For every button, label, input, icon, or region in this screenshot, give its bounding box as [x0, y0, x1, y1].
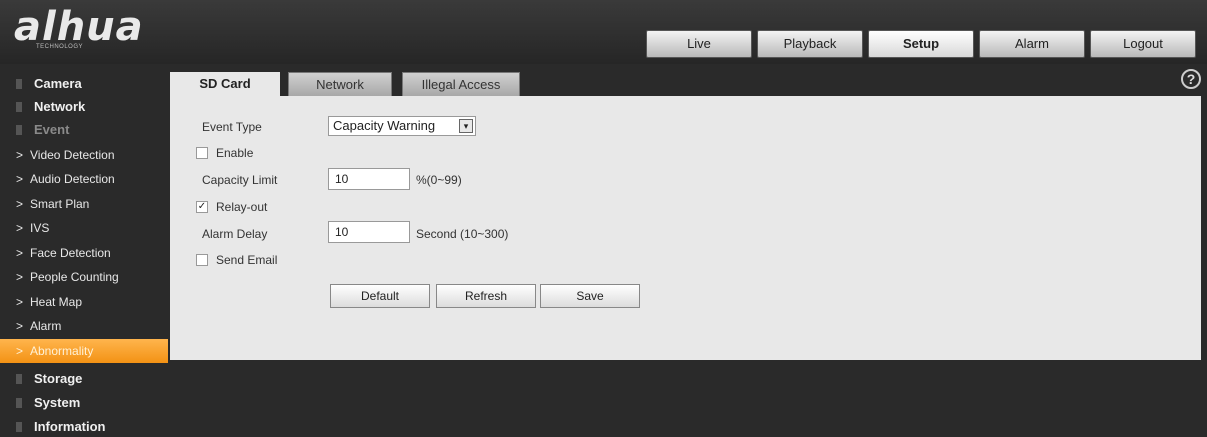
top-header: alhua TECHNOLOGY Live Playback Setup Ala… — [0, 0, 1207, 64]
tab-illegal-access[interactable]: Illegal Access — [402, 72, 520, 96]
sidebar-item-label: System — [34, 395, 81, 410]
tab-network[interactable]: Network — [288, 72, 392, 96]
sidebar-marker-icon — [16, 422, 22, 432]
alarm-delay-label: Alarm Delay — [202, 227, 268, 241]
sidebar-sub-label: Heat Map — [30, 295, 83, 309]
sidebar-item-system[interactable]: System — [0, 391, 168, 415]
relay-out-label: Relay-out — [216, 200, 268, 214]
sidebar-sub-audio-detection[interactable]: > Audio Detection — [0, 167, 168, 191]
sidebar-item-label: Camera — [34, 76, 82, 91]
chevron-right-icon: > — [16, 148, 24, 162]
nav-alarm[interactable]: Alarm — [979, 30, 1085, 58]
chevron-right-icon: > — [16, 270, 24, 284]
sidebar-sub-abnormality[interactable]: > Abnormality — [0, 339, 168, 363]
sidebar-sub-label: Audio Detection — [30, 172, 115, 186]
sidebar-sub-face-detection[interactable]: > Face Detection — [0, 241, 168, 265]
capacity-limit-input[interactable]: 10 — [328, 168, 410, 190]
refresh-button[interactable]: Refresh — [436, 284, 536, 308]
save-button[interactable]: Save — [540, 284, 640, 308]
sidebar-sub-video-detection[interactable]: > Video Detection — [0, 143, 168, 167]
logo-subtext: TECHNOLOGY — [36, 44, 84, 50]
sidebar-item-camera[interactable]: Camera — [0, 72, 168, 96]
sidebar: Camera Network Event > Video Detection >… — [0, 64, 168, 437]
nav-live[interactable]: Live — [646, 30, 752, 58]
help-icon[interactable]: ? — [1181, 69, 1201, 89]
capacity-limit-unit: %(0~99) — [416, 173, 462, 187]
sidebar-marker-icon — [16, 125, 22, 135]
dropdown-arrow-icon: ▾ — [459, 119, 473, 133]
nav-playback[interactable]: Playback — [757, 30, 863, 58]
sidebar-sub-label: Alarm — [30, 319, 62, 333]
sidebar-sub-label: IVS — [30, 221, 50, 235]
sidebar-sub-alarm[interactable]: > Alarm — [0, 314, 168, 338]
settings-panel: Event Type Capacity Warning ▾ Enable Cap… — [170, 96, 1201, 360]
chevron-right-icon: > — [16, 246, 24, 260]
sidebar-marker-icon — [16, 374, 22, 384]
tab-sd-card[interactable]: SD Card — [170, 72, 280, 96]
sidebar-sub-heat-map[interactable]: > Heat Map — [0, 290, 168, 314]
chevron-right-icon: > — [16, 197, 24, 211]
sidebar-sub-smart-plan[interactable]: > Smart Plan — [0, 192, 168, 216]
chevron-right-icon: > — [16, 172, 24, 186]
send-email-checkbox[interactable] — [196, 254, 208, 266]
sidebar-marker-icon — [16, 398, 22, 408]
sidebar-sub-label: Abnormality — [30, 344, 94, 358]
relay-out-checkbox[interactable]: ✓ — [196, 201, 208, 213]
brand-logo: alhua TECHNOLOGY — [14, 4, 154, 50]
chevron-right-icon: > — [16, 319, 24, 333]
sidebar-item-label: Event — [34, 122, 70, 137]
sidebar-item-label: Network — [34, 99, 86, 114]
nav-setup[interactable]: Setup — [868, 30, 974, 58]
sidebar-item-event[interactable]: Event — [0, 118, 168, 142]
enable-checkbox[interactable] — [196, 147, 208, 159]
alarm-delay-unit: Second (10~300) — [416, 227, 509, 241]
sidebar-item-label: Information — [34, 419, 106, 434]
event-type-value: Capacity Warning — [333, 118, 436, 133]
sidebar-item-label: Storage — [34, 371, 83, 386]
nav-logout[interactable]: Logout — [1090, 30, 1196, 58]
sidebar-sub-ivs[interactable]: > IVS — [0, 216, 168, 240]
chevron-right-icon: > — [16, 344, 24, 358]
sidebar-marker-icon — [16, 79, 22, 89]
chevron-right-icon: > — [16, 221, 24, 235]
sidebar-marker-icon — [16, 102, 22, 112]
default-button[interactable]: Default — [330, 284, 430, 308]
sidebar-sub-label: Video Detection — [30, 148, 115, 162]
sidebar-sub-label: People Counting — [30, 270, 119, 284]
sidebar-item-information[interactable]: Information — [0, 415, 168, 437]
capacity-limit-label: Capacity Limit — [202, 173, 278, 187]
sidebar-item-storage[interactable]: Storage — [0, 367, 168, 391]
sidebar-sub-label: Face Detection — [30, 246, 111, 260]
sidebar-sub-label: Smart Plan — [30, 197, 90, 211]
enable-label: Enable — [216, 146, 254, 160]
event-type-select[interactable]: Capacity Warning ▾ — [328, 116, 476, 136]
sidebar-item-network[interactable]: Network — [0, 95, 168, 119]
event-type-label: Event Type — [202, 120, 262, 134]
alarm-delay-input[interactable]: 10 — [328, 221, 410, 243]
chevron-right-icon: > — [16, 295, 24, 309]
send-email-label: Send Email — [216, 253, 278, 267]
sidebar-sub-people-counting[interactable]: > People Counting — [0, 265, 168, 289]
